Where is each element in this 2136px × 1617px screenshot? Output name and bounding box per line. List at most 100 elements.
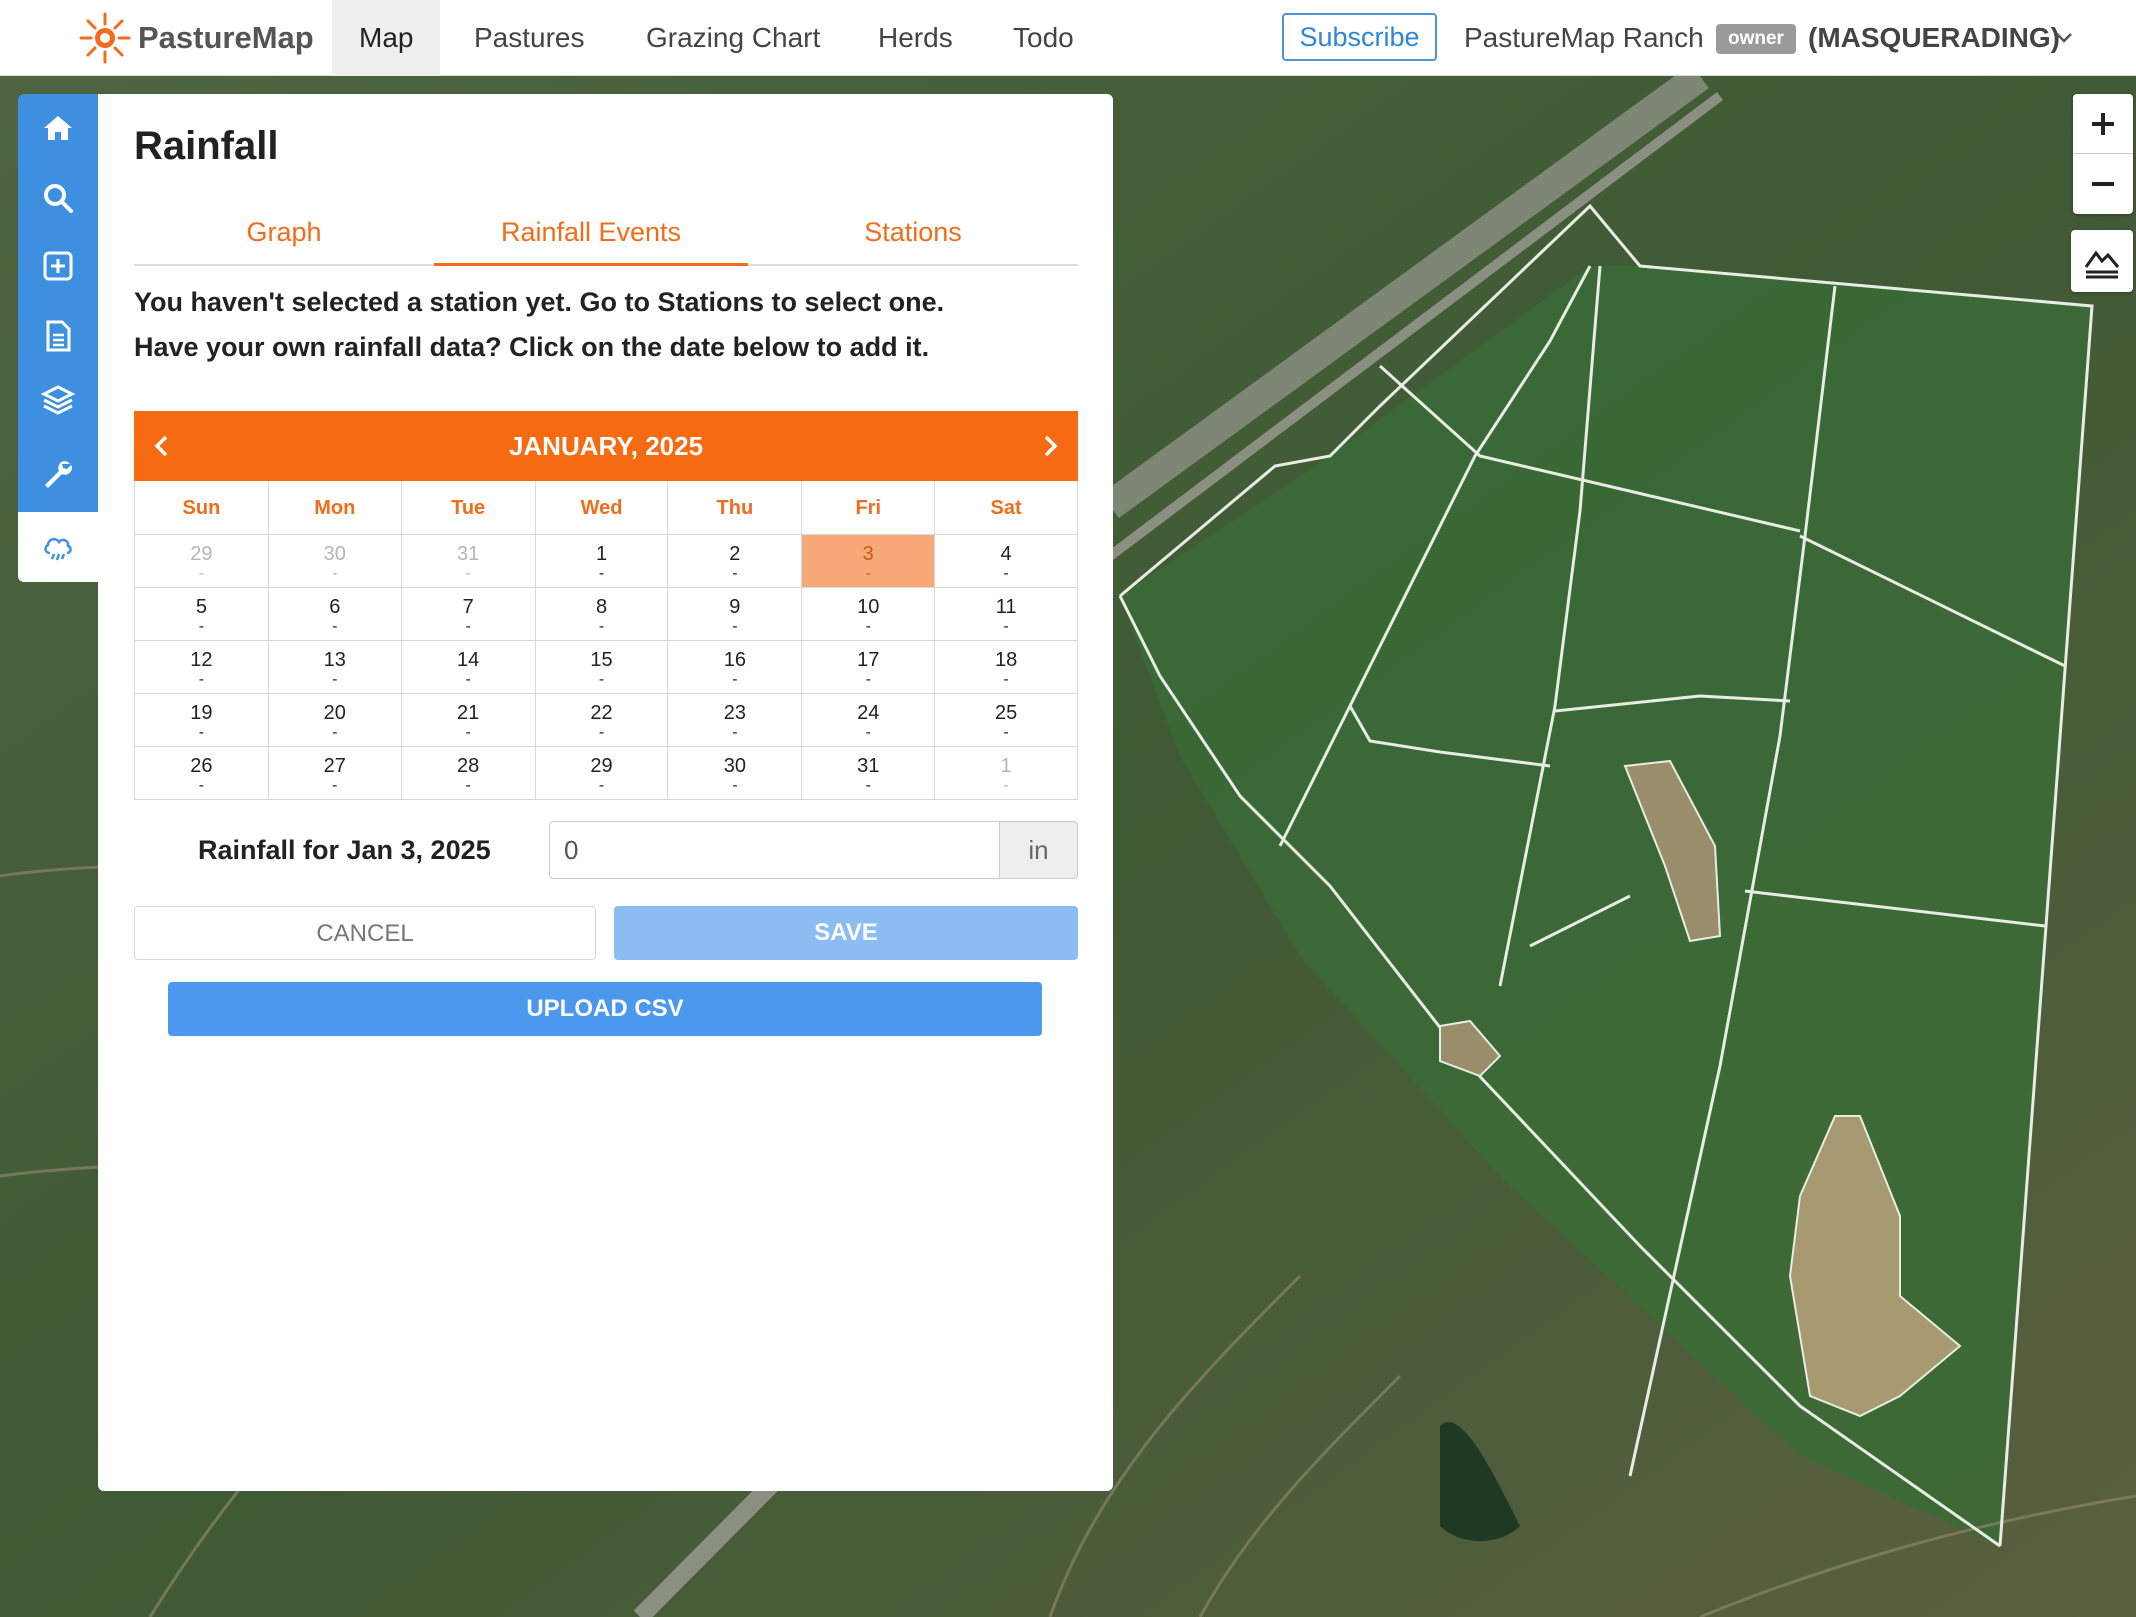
terrain-icon — [2084, 250, 2120, 279]
weekday-fri: Fri — [802, 481, 936, 534]
day-number: 8 — [595, 596, 608, 618]
upload-csv-button[interactable]: UPLOAD CSV — [168, 982, 1042, 1036]
calendar-day[interactable]: 4- — [935, 535, 1078, 587]
weekday-mon: Mon — [269, 481, 402, 534]
calendar-day[interactable]: 9- — [668, 588, 803, 640]
calendar-day[interactable]: 17- — [802, 641, 936, 693]
day-number: 29 — [190, 543, 213, 565]
day-rainfall-value: - — [598, 618, 605, 635]
day-rainfall-value: - — [1003, 724, 1009, 741]
document-icon — [46, 320, 71, 352]
calendar-day[interactable]: 21- — [402, 694, 536, 746]
day-number: 2 — [729, 543, 741, 565]
calendar-day[interactable]: 12- — [135, 641, 269, 693]
search-icon — [44, 184, 73, 213]
ranch-name[interactable]: PastureMap Ranch — [1464, 0, 1704, 76]
day-rainfall-value: - — [732, 777, 738, 794]
calendar-day[interactable]: 22- — [536, 694, 669, 746]
day-number: 10 — [857, 596, 880, 618]
calendar-day[interactable]: 11- — [935, 588, 1078, 640]
calendar-day[interactable]: 28- — [402, 747, 536, 799]
wrench-icon — [45, 461, 72, 488]
calendar-day[interactable]: 31- — [402, 535, 536, 587]
calendar-day[interactable]: 19- — [135, 694, 269, 746]
calendar-day[interactable]: 14- — [402, 641, 536, 693]
nav-pastures[interactable]: Pastures — [447, 0, 612, 76]
tab-stations[interactable]: Stations — [748, 214, 1078, 266]
rainfall-amount-input[interactable] — [549, 821, 1000, 879]
calendar-day[interactable]: 8- — [536, 588, 669, 640]
weekday-thu: Thu — [668, 481, 803, 534]
day-number: 31 — [857, 755, 880, 777]
calendar-day[interactable]: 29- — [536, 747, 669, 799]
save-button[interactable]: SAVE — [614, 906, 1078, 960]
terrain-toggle-button[interactable] — [2071, 230, 2133, 292]
tool-home[interactable] — [18, 94, 98, 162]
day-number: 23 — [723, 702, 746, 724]
calendar-day[interactable]: 24- — [802, 694, 936, 746]
weekday-wed: Wed — [536, 481, 669, 534]
day-number: 16 — [723, 649, 746, 671]
nav-grazing-chart[interactable]: Grazing Chart — [619, 0, 847, 76]
calendar-day[interactable]: 1- — [536, 535, 669, 587]
day-rainfall-value: - — [198, 724, 205, 741]
day-number: 7 — [462, 596, 474, 618]
day-rainfall-value: - — [1003, 618, 1009, 635]
calendar-day[interactable]: 26- — [135, 747, 269, 799]
day-rainfall-value: - — [1003, 777, 1009, 794]
calendar-day[interactable]: 15- — [536, 641, 669, 693]
calendar-day[interactable]: 5- — [135, 588, 269, 640]
chevron-down-icon[interactable] — [2054, 30, 2074, 46]
calendar-day-selected[interactable]: 3- — [802, 535, 936, 587]
calendar-day[interactable]: 2- — [668, 535, 803, 587]
zoom-out-button[interactable] — [2073, 154, 2133, 214]
day-rainfall-value: - — [332, 671, 338, 688]
calendar-day[interactable]: 18- — [935, 641, 1078, 693]
subscribe-button[interactable]: Subscribe — [1282, 13, 1437, 61]
calendar-day[interactable]: 30- — [668, 747, 803, 799]
brand[interactable]: PastureMap — [78, 12, 314, 64]
day-rainfall-value: - — [732, 618, 738, 635]
day-number: 30 — [723, 755, 746, 777]
calendar-day[interactable]: 23- — [668, 694, 803, 746]
calendar-day[interactable]: 31- — [802, 747, 936, 799]
tool-wrench[interactable] — [18, 440, 98, 508]
day-number: 30 — [323, 543, 346, 565]
nav-herds[interactable]: Herds — [851, 0, 980, 76]
tool-rainfall[interactable] — [18, 512, 98, 582]
zoom-in-button[interactable] — [2073, 94, 2133, 154]
nav-map[interactable]: Map — [332, 0, 441, 76]
tool-document[interactable] — [18, 302, 98, 370]
tool-search[interactable] — [18, 164, 98, 232]
cancel-button[interactable]: CANCEL — [134, 906, 596, 960]
no-station-message: You haven't selected a station yet. Go t… — [134, 287, 945, 317]
tab-graph[interactable]: Graph — [134, 214, 434, 266]
masquerade-label[interactable]: (MASQUERADING) — [1808, 0, 2060, 76]
day-rainfall-value: - — [332, 777, 338, 794]
map-toolbar — [18, 94, 98, 582]
calendar-day[interactable]: 1- — [935, 747, 1078, 799]
calendar-day[interactable]: 6- — [269, 588, 402, 640]
calendar-day[interactable]: 30- — [269, 535, 402, 587]
day-number: 11 — [995, 596, 1017, 618]
calendar-day[interactable]: 29- — [135, 535, 269, 587]
sun-logo-icon — [79, 12, 131, 64]
calendar-day[interactable]: 25- — [935, 694, 1078, 746]
day-rainfall-value: - — [732, 671, 738, 688]
calendar-day[interactable]: 10- — [802, 588, 936, 640]
chevron-right-icon[interactable] — [1036, 432, 1064, 460]
rainfall-date-label: Rainfall for Jan 3, 2025 — [198, 835, 491, 865]
calendar-day[interactable]: 16- — [668, 641, 803, 693]
calendar-day[interactable]: 27- — [269, 747, 402, 799]
day-number: 27 — [323, 755, 346, 777]
tool-layers[interactable] — [18, 366, 98, 434]
day-number: 19 — [190, 702, 213, 724]
calendar-day[interactable]: 20- — [269, 694, 402, 746]
day-rainfall-value: - — [332, 724, 338, 741]
nav-todo[interactable]: Todo — [986, 0, 1101, 76]
tool-add[interactable] — [18, 232, 98, 300]
tab-rainfall-events[interactable]: Rainfall Events — [434, 214, 748, 266]
calendar-day[interactable]: 13- — [269, 641, 402, 693]
weekday-sat: Sat — [935, 481, 1078, 534]
calendar-day[interactable]: 7- — [402, 588, 536, 640]
